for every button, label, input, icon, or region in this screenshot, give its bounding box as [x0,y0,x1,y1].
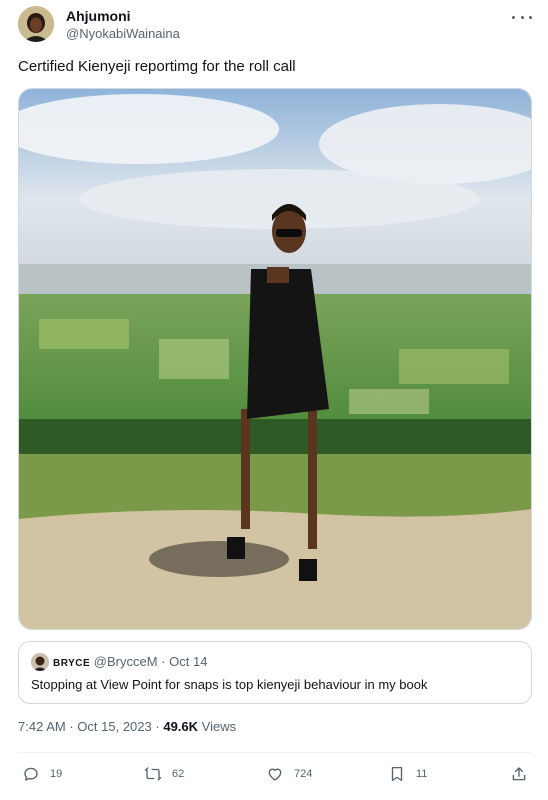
author-handle[interactable]: @NyokabiWainaina [66,26,180,41]
like-count: 724 [294,768,313,780]
meta-separator-2: · [155,719,160,734]
quote-author-handle: @BrycceM [93,654,158,669]
reply-count: 19 [50,768,63,780]
tweet-header: Ahjumoni @NyokabiWainaina [18,6,532,44]
retweet-icon [144,767,162,781]
author-display-name[interactable]: Ahjumoni [66,8,131,24]
quote-author-name: BRYCE [53,658,91,669]
tweet-time[interactable]: 7:42 AM [18,719,66,734]
quote-text: Stopping at View Point for snaps is top … [31,677,428,692]
author-avatar[interactable] [18,6,54,42]
bookmark-icon [391,766,403,782]
quote-separator: · [161,654,166,669]
tweet-text: Certified Kienyeji reportimg for the rol… [18,58,296,75]
quote-avatar [31,653,49,671]
like-button[interactable]: 724 [266,762,312,786]
views-label: Views [201,719,237,734]
tweet-photo[interactable] [18,88,532,630]
reply-button[interactable]: 19 [22,762,62,786]
share-icon [512,767,526,781]
more-icon[interactable] [512,10,532,24]
divider [18,752,532,753]
meta-separator: · [69,719,74,734]
quote-header: BRYCE @BrycceM · Oct 14 [53,654,207,669]
retweet-button[interactable]: 62 [144,762,184,786]
bookmark-count: 11 [416,768,428,780]
reply-icon [24,767,38,781]
action-bar: 19 62 724 11 [18,760,532,788]
like-icon [268,768,282,781]
views-count: 49.6K [163,719,199,734]
tweet-date[interactable]: Oct 15, 2023 [77,719,151,734]
bookmark-button[interactable]: 11 [388,762,427,786]
share-button[interactable] [510,762,528,786]
tweet-meta: 7:42 AM · Oct 15, 2023 · 49.6K Views [18,719,236,734]
retweet-count: 62 [172,768,185,780]
quote-date: Oct 14 [169,654,208,669]
quoted-tweet[interactable]: BRYCE @BrycceM · Oct 14 Stopping at View… [18,641,532,704]
